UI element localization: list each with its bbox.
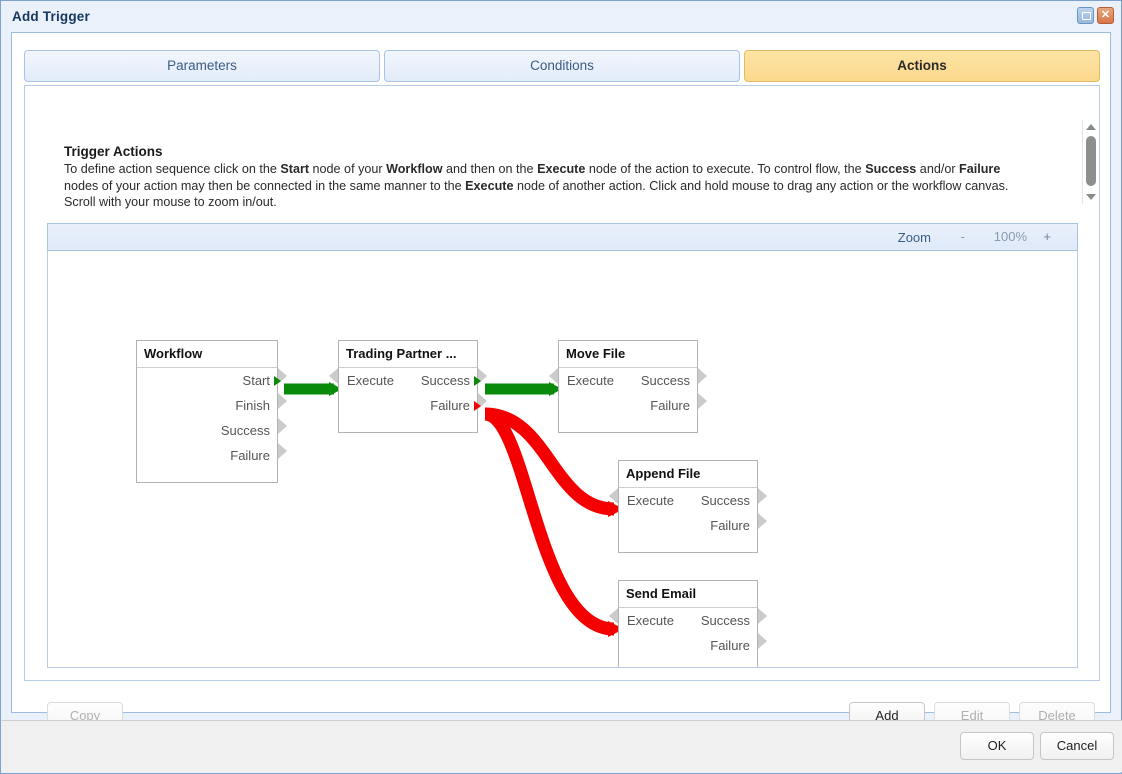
- close-button[interactable]: ✕: [1097, 7, 1114, 24]
- port-label-execute: Execute: [347, 373, 394, 388]
- port-label-success: Success: [700, 613, 750, 628]
- port-label-failure: Failure: [650, 398, 690, 413]
- port-row-execute[interactable]: Execute Success: [549, 368, 707, 393]
- node-title: Append File: [619, 461, 757, 488]
- port-label-success: Success: [640, 373, 690, 388]
- node-workflow[interactable]: Workflow Start Finish Success Failure: [136, 340, 287, 483]
- description-block: Trigger Actions To define action sequenc…: [64, 144, 1059, 211]
- zoom-toolbar: Zoom - 100% +: [47, 223, 1078, 251]
- zoom-out-button[interactable]: -: [961, 229, 965, 244]
- port-handle-success[interactable]: [698, 368, 707, 384]
- zoom-level-value: 100%: [993, 229, 1027, 244]
- port-label-start: Start: [242, 373, 270, 388]
- port-handle-success[interactable]: [758, 608, 767, 624]
- node-title: Send Email: [619, 581, 757, 608]
- node-trading-partner[interactable]: Trading Partner ... Execute Success Fail…: [329, 340, 487, 433]
- port-handle-execute[interactable]: [549, 368, 558, 384]
- restore-button[interactable]: [1077, 7, 1094, 24]
- port-row-finish[interactable]: Finish: [137, 393, 287, 418]
- port-handle-success[interactable]: [758, 488, 767, 504]
- dialog-footer: OK Cancel: [2, 720, 1122, 772]
- zoom-in-button[interactable]: +: [1043, 229, 1051, 244]
- port-row-failure[interactable]: Failure: [619, 513, 767, 538]
- node-ports: Execute Success Failure: [329, 368, 487, 432]
- edge-source-marker-start: [274, 376, 281, 386]
- port-label-failure: Failure: [430, 398, 470, 413]
- edge-failure-to-send-email: [483, 407, 615, 636]
- restore-icon: [1082, 12, 1091, 20]
- port-handle-failure[interactable]: [698, 393, 707, 409]
- port-label-finish: Finish: [235, 398, 270, 413]
- port-row-start[interactable]: Start: [137, 368, 287, 393]
- port-row-execute[interactable]: Execute Success: [609, 488, 767, 513]
- description-line-2: nodes of your action may then be connect…: [64, 178, 1009, 193]
- cancel-button[interactable]: Cancel: [1040, 732, 1114, 760]
- node-spacer: [559, 418, 697, 432]
- port-label-execute: Execute: [567, 373, 614, 388]
- title-bar: Add Trigger ✕: [1, 1, 1121, 32]
- port-label-success: Success: [420, 373, 470, 388]
- port-label-execute: Execute: [627, 493, 674, 508]
- node-title: Move File: [559, 341, 697, 368]
- port-row-failure[interactable]: Failure: [619, 633, 767, 658]
- edge-source-marker-success: [474, 376, 481, 386]
- port-row-execute[interactable]: Execute Success: [609, 608, 767, 633]
- node-append-file[interactable]: Append File Execute Success Failure: [609, 460, 767, 553]
- node-send-email[interactable]: Send Email Execute Success Failure: [609, 580, 767, 667]
- actions-tab-content: Trigger Actions To define action sequenc…: [24, 85, 1100, 730]
- window-controls: ✕: [1077, 7, 1114, 24]
- port-row-failure[interactable]: Failure: [559, 393, 707, 418]
- port-handle-failure[interactable]: [758, 513, 767, 529]
- window-title: Add Trigger: [12, 9, 90, 24]
- port-handle-failure[interactable]: [758, 633, 767, 649]
- tab-parameters[interactable]: Parameters: [24, 50, 380, 82]
- node-spacer: [619, 538, 757, 552]
- port-row-failure[interactable]: Failure: [339, 393, 487, 418]
- scroll-down-icon[interactable]: [1086, 194, 1096, 200]
- node-spacer: [137, 468, 277, 482]
- node-spacer: [339, 418, 477, 432]
- edge-source-marker-failure: [474, 401, 481, 411]
- tab-bar: Parameters Conditions Actions: [24, 50, 1100, 82]
- node-ports: Start Finish Success Failure: [137, 368, 287, 482]
- port-handle-finish[interactable]: [278, 393, 287, 409]
- scrollbar-thumb[interactable]: [1086, 136, 1096, 186]
- port-handle-success[interactable]: [278, 418, 287, 434]
- node-title: Workflow: [137, 341, 277, 368]
- dialog-panel: Parameters Conditions Actions Trigger Ac…: [11, 32, 1111, 730]
- port-handle-execute[interactable]: [329, 368, 338, 384]
- node-spacer: [619, 658, 757, 667]
- add-trigger-dialog: Add Trigger ✕ Parameters Conditions Acti…: [0, 0, 1122, 774]
- node-ports: Execute Success Failure: [609, 608, 767, 667]
- description-heading: Trigger Actions: [64, 144, 163, 159]
- description-line-3: Scroll with your mouse to zoom in/out.: [64, 195, 277, 209]
- port-row-execute[interactable]: Execute Success: [329, 368, 487, 393]
- port-handle-execute[interactable]: [609, 608, 618, 624]
- port-handle-failure[interactable]: [278, 443, 287, 459]
- description-line-1: To define action sequence click on the S…: [64, 162, 1001, 176]
- port-handle-execute[interactable]: [609, 488, 618, 504]
- workflow-canvas[interactable]: Workflow Start Finish Success Failure Tr…: [47, 251, 1078, 668]
- description-scrollbar[interactable]: [1082, 120, 1098, 204]
- port-label-failure: Failure: [230, 448, 270, 463]
- port-row-success[interactable]: Success: [137, 418, 287, 443]
- port-label-failure: Failure: [710, 518, 750, 533]
- node-ports: Execute Success Failure: [549, 368, 707, 432]
- zoom-label: Zoom: [897, 230, 931, 245]
- node-ports: Execute Success Failure: [609, 488, 767, 552]
- port-row-failure[interactable]: Failure: [137, 443, 287, 468]
- port-label-success: Success: [220, 423, 270, 438]
- tab-actions[interactable]: Actions: [744, 50, 1100, 82]
- port-label-success: Success: [700, 493, 750, 508]
- ok-button[interactable]: OK: [960, 732, 1034, 760]
- scroll-up-icon[interactable]: [1086, 124, 1096, 130]
- node-move-file[interactable]: Move File Execute Success Failure: [549, 340, 707, 433]
- port-label-failure: Failure: [710, 638, 750, 653]
- node-title: Trading Partner ...: [339, 341, 477, 368]
- tab-conditions[interactable]: Conditions: [384, 50, 740, 82]
- port-label-execute: Execute: [627, 613, 674, 628]
